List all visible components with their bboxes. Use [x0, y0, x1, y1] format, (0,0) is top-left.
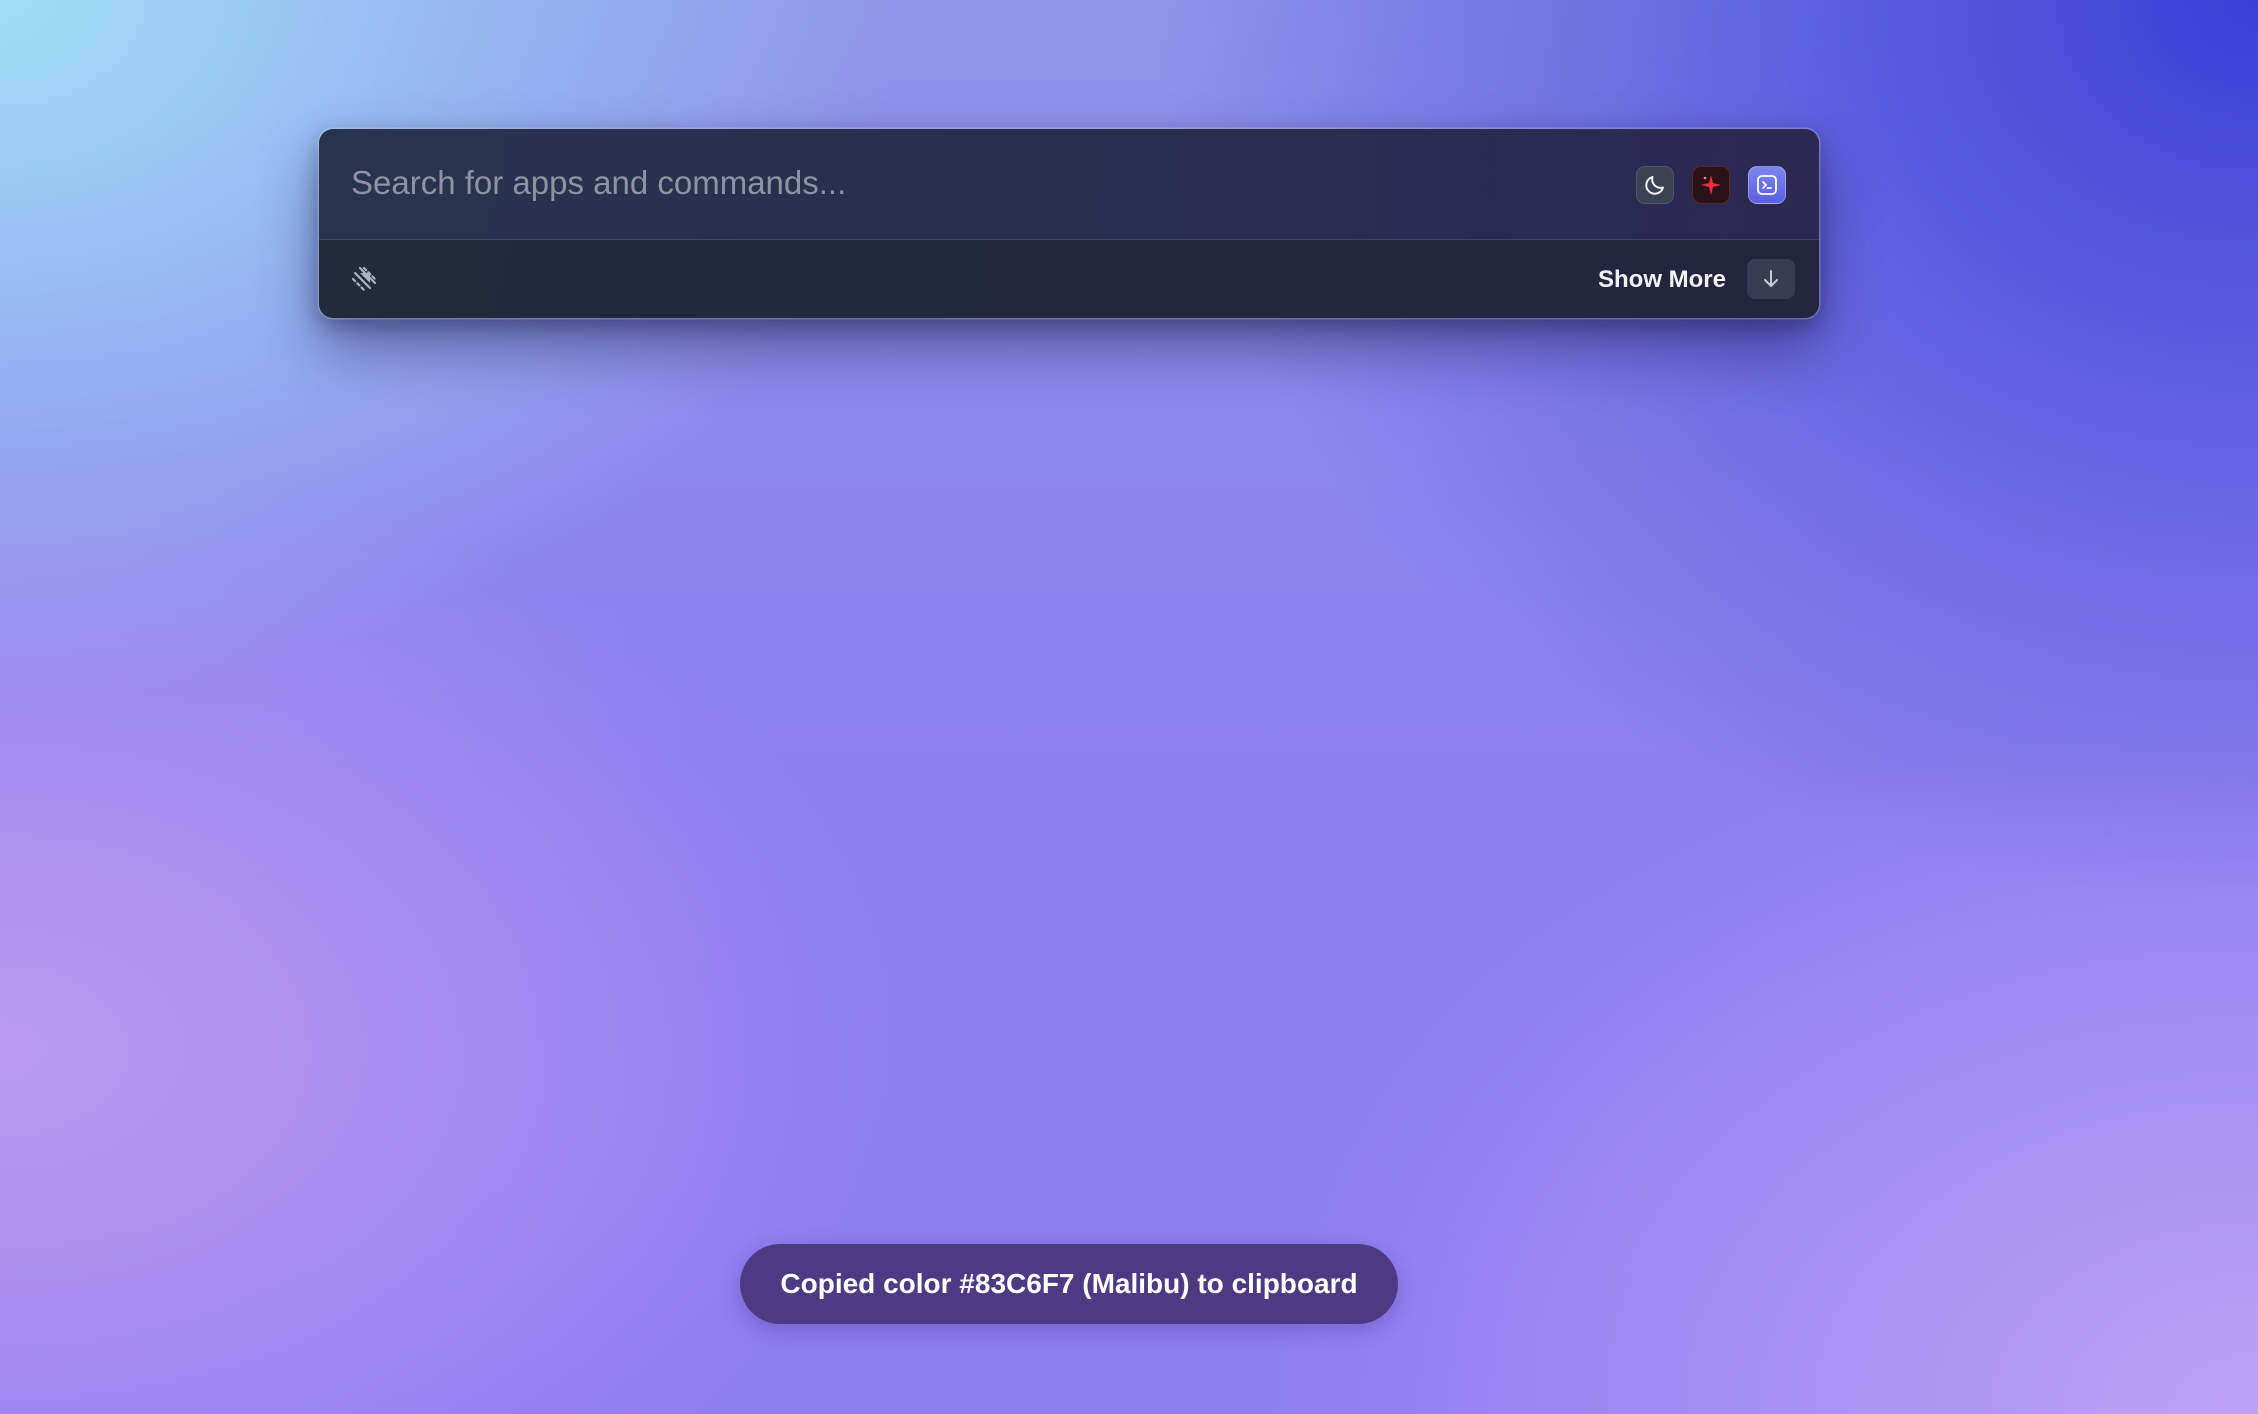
action-bar: Show More — [319, 240, 1819, 318]
launcher-window: Show More — [319, 129, 1819, 318]
search-bar — [319, 129, 1819, 240]
terminal-icon[interactable] — [1748, 166, 1786, 204]
toast-message: Copied color #83C6F7 (Malibu) to clipboa… — [780, 1268, 1358, 1299]
moon-icon[interactable] — [1636, 166, 1674, 204]
show-more-button[interactable]: Show More — [1598, 265, 1726, 295]
arrow-down-icon[interactable] — [1747, 259, 1795, 299]
raycast-logo-icon — [345, 260, 383, 298]
search-input[interactable] — [351, 155, 1551, 211]
toast-notification: Copied color #83C6F7 (Malibu) to clipboa… — [740, 1244, 1398, 1324]
sparkle-icon[interactable] — [1692, 166, 1730, 204]
